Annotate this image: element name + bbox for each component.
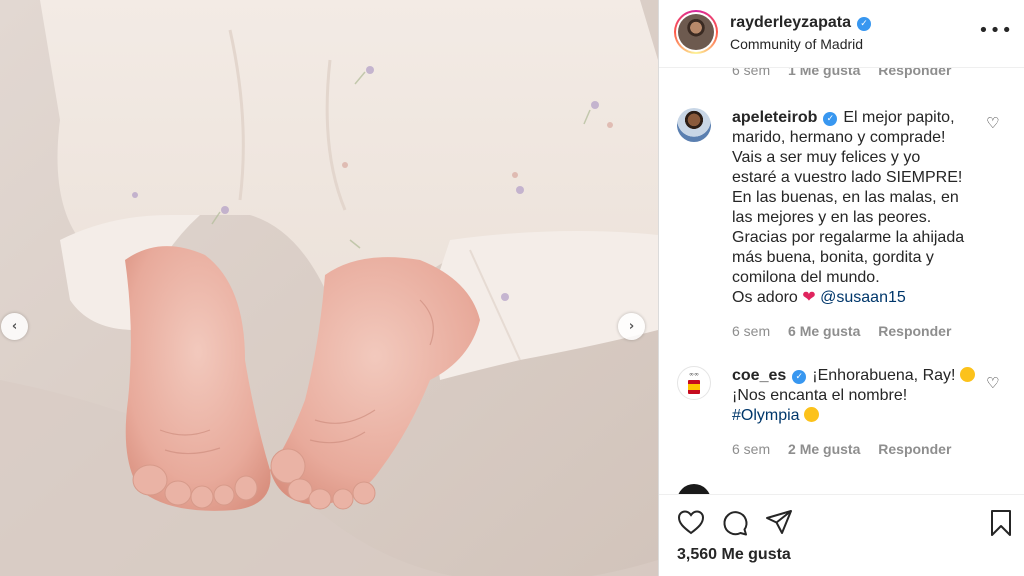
chevron-left-icon: ‹ xyxy=(11,319,18,334)
verified-badge-icon: ✓ xyxy=(856,17,871,31)
mention-link[interactable]: @susaan15 xyxy=(820,289,906,306)
comment-icon[interactable] xyxy=(721,509,749,537)
more-options-icon[interactable]: ••• xyxy=(978,22,1013,40)
comment-apeleteirob: apeleteirob ✓ El mejor papito, marido, her… xyxy=(732,109,965,306)
author-username[interactable]: rayderleyzapata ✓ xyxy=(730,14,871,32)
red-heart-emoji-icon: ❤ xyxy=(802,289,816,306)
post-photo: ‹ › xyxy=(0,0,658,576)
verified-badge-icon: ✓ xyxy=(823,112,838,126)
baby-feet-photo xyxy=(0,0,658,576)
chevron-right-icon: › xyxy=(628,319,635,334)
spain-flag-icon xyxy=(688,380,700,394)
comment-meta: 6 sem 2 Me gusta Responder xyxy=(732,441,952,457)
author-avatar[interactable] xyxy=(674,10,718,54)
olympic-rings-icon: ∞∞ xyxy=(689,371,699,378)
comment-meta: 6 sem 6 Me gusta Responder xyxy=(732,323,952,339)
next-photo-button[interactable]: › xyxy=(618,313,645,340)
comments-list: 6 sem 1 Me gusta Responder apeleteirob ✓ E… xyxy=(659,68,1024,494)
post-location[interactable]: Community of Madrid xyxy=(730,36,863,52)
heart-eyes-emoji-icon xyxy=(959,367,975,382)
commenter-avatar[interactable] xyxy=(677,108,711,142)
comment-username[interactable]: apeleteirob xyxy=(732,109,817,126)
hashtag-link[interactable]: #Olympia xyxy=(732,407,800,424)
commenter-avatar[interactable]: ∞∞ xyxy=(677,366,711,400)
heart-icon[interactable] xyxy=(677,509,705,535)
post-actions-bar: 3,560 Me gusta xyxy=(659,494,1024,576)
likes-count[interactable]: 3,560 Me gusta xyxy=(677,546,791,564)
heart-eyes-emoji-icon xyxy=(804,407,820,422)
like-comment-heart-icon[interactable]: ♡ xyxy=(986,374,999,392)
previous-photo-button[interactable]: ‹ xyxy=(1,313,28,340)
like-comment-heart-icon[interactable]: ♡ xyxy=(986,114,999,132)
post-header: rayderleyzapata ✓ Community of Madrid ••• xyxy=(659,0,1024,68)
comment-coe-es: coe_es ✓ ¡Enhorabuena, Ray! ¡Nos encanta e… xyxy=(732,366,982,426)
comment-username[interactable]: coe_es xyxy=(732,367,786,384)
bookmark-icon[interactable] xyxy=(989,509,1013,537)
post-side-panel: rayderleyzapata ✓ Community of Madrid •••… xyxy=(658,0,1024,576)
commenter-avatar[interactable] xyxy=(677,484,711,494)
comment-meta: 6 sem 1 Me gusta Responder xyxy=(732,68,952,78)
verified-badge-icon: ✓ xyxy=(792,370,807,384)
share-icon[interactable] xyxy=(765,509,793,535)
